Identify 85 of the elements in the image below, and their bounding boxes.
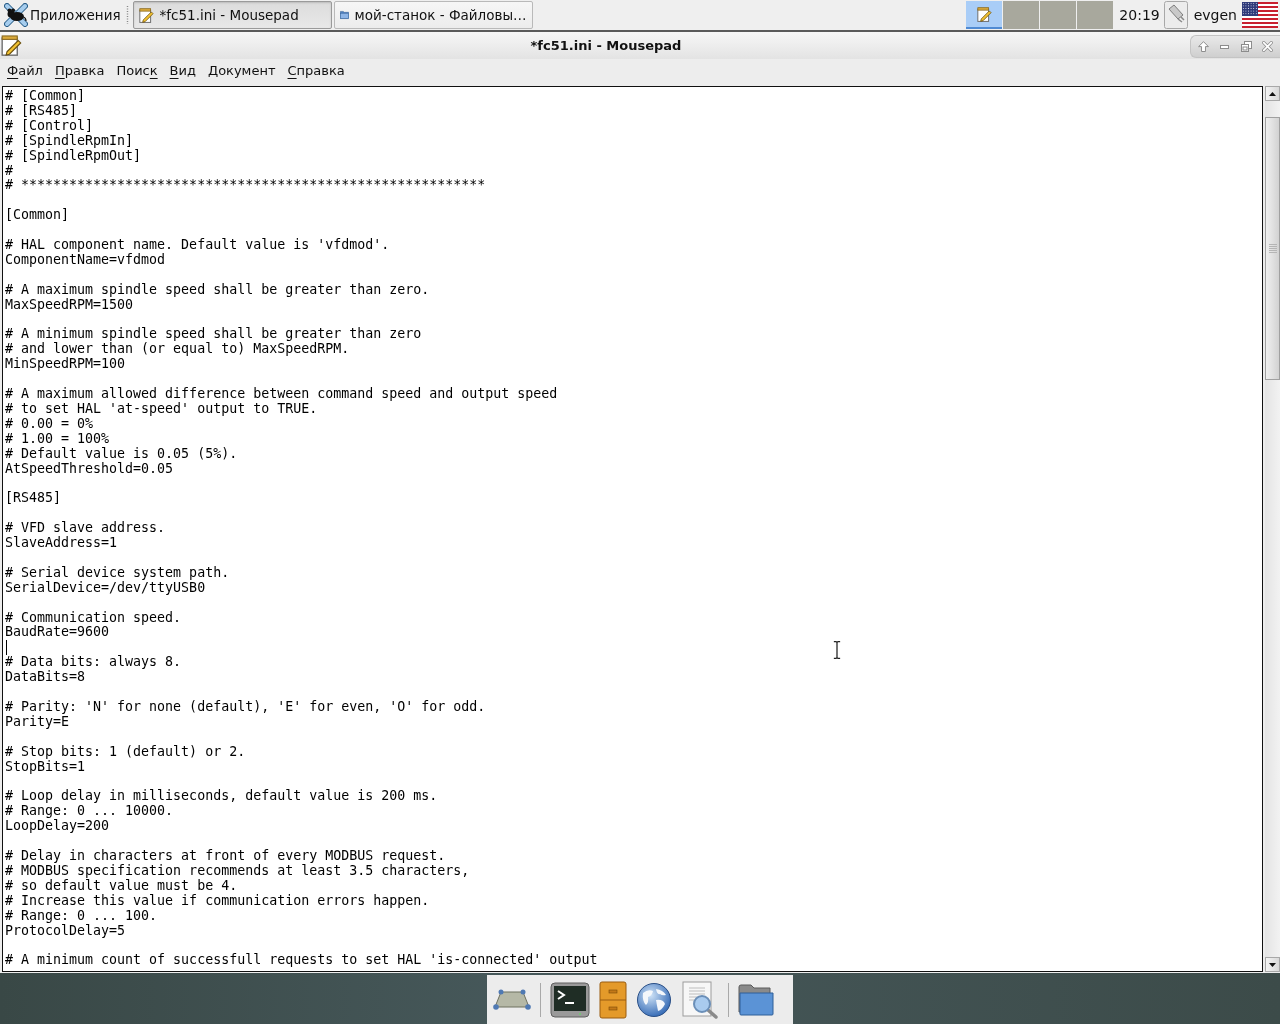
menu-item[interactable]: Документ: [201, 61, 282, 82]
code-line: # **********************************************************: [5, 178, 486, 194]
code-line: # Range: 0 ... 10000.: [5, 804, 174, 820]
code-line: DataBits=8: [5, 670, 86, 686]
code-line: # Increase this value if communication errors happen.: [5, 893, 430, 909]
taskbar-button[interactable]: мой-станок - Файловы…: [333, 1, 533, 29]
code-line: # Parity: 'N' for none (default), 'E' for even, 'O' for odd.: [5, 700, 486, 715]
trapezoid-icon[interactable]: [493, 988, 531, 1011]
menu-item[interactable]: Поиск: [110, 61, 164, 82]
code-line: ProtocolDelay=5: [5, 923, 126, 939]
scroll-down-button[interactable]: [1265, 957, 1280, 972]
cabinet-icon[interactable]: [599, 980, 627, 1019]
code-line: # [SpindleRpmIn]: [5, 133, 134, 149]
menu-item[interactable]: Справка: [281, 61, 351, 82]
document-search-icon[interactable]: [681, 980, 719, 1019]
arrow-up-icon: [1198, 41, 1210, 52]
code-line: # [Control]: [5, 118, 94, 134]
notepad-icon: [138, 7, 154, 23]
code-line: # and lower than (or equal to) MaxSpeedRPM.: [5, 342, 350, 357]
triangle-down-icon: [1269, 962, 1276, 967]
close-icon: [1261, 41, 1273, 52]
applications-menu-button[interactable]: Приложения: [0, 0, 124, 30]
code-line: # A minimum spindle speed shall be greater than zero: [5, 327, 422, 343]
code-line: LoopDelay=200: [5, 819, 110, 835]
terminal-icon[interactable]: [550, 981, 590, 1018]
taskbar-button[interactable]: *fc51.ini - Mousepad: [132, 1, 332, 29]
user-name[interactable]: evgen: [1192, 7, 1242, 23]
code-line: # HAL component name. Default value is 'vfdmod'.: [5, 238, 390, 253]
restore-icon: [1240, 41, 1252, 52]
text-area[interactable]: [2, 86, 1263, 972]
minimize-icon: [1220, 44, 1230, 49]
menu-item[interactable]: Правка: [48, 61, 111, 82]
code-line: MaxSpeedRPM=1500: [5, 297, 134, 313]
code-line: # so default value must be 4.: [5, 878, 238, 894]
device-icon[interactable]: [1163, 1, 1188, 29]
code-line: ComponentName=vfdmod: [5, 252, 166, 268]
code-line: StopBits=1: [5, 759, 86, 775]
code-line: # [SpindleRpmOut]: [5, 148, 142, 164]
workspace-button[interactable]: [1003, 1, 1040, 29]
flag-icon[interactable]: [1242, 2, 1278, 28]
code-line: [RS485]: [5, 491, 62, 507]
code-line: SlaveAddress=1: [5, 536, 118, 551]
notepad-icon[interactable]: [1, 35, 22, 56]
code-line: # A maximum spindle speed shall be greater than zero.: [5, 282, 430, 298]
code-line: # 1.00 = 100%: [5, 431, 110, 447]
scroll-up-button[interactable]: [1265, 86, 1280, 101]
workspace-button[interactable]: [1040, 1, 1077, 29]
code-line: AtSpeedThreshold=0.05: [5, 461, 174, 477]
window-title: *fc51.ini - Mousepad: [530, 38, 682, 53]
code-line: # [RS485]: [5, 103, 78, 119]
code-line: Parity=E: [5, 714, 70, 730]
clock[interactable]: 20:19: [1119, 7, 1160, 23]
workspace-button[interactable]: [966, 1, 1003, 29]
code-line: # Communication speed.: [5, 610, 182, 625]
code-line: # Data bits: always 8.: [5, 655, 182, 670]
code-line: # Delay in characters at front of every MODBUS request.: [5, 849, 446, 864]
triangle-up-icon: [1269, 91, 1276, 96]
code-line: # Range: 0 ... 100.: [5, 908, 158, 924]
code-line: # Serial device system path.: [5, 565, 230, 581]
workspace-button[interactable]: [1077, 1, 1114, 29]
code-line: BaudRate=9600: [5, 625, 110, 641]
globe-icon[interactable]: [636, 981, 672, 1018]
menu-item[interactable]: Файл: [1, 61, 49, 82]
code-line: # Stop bits: 1 (default) or 2.: [5, 744, 246, 760]
code-line: # VFD slave address.: [5, 521, 166, 536]
grip-icon: [125, 6, 129, 24]
code-line: # A maximum allowed difference between command speed and output speed: [5, 387, 558, 402]
code-line: # 0.00 = 0%: [5, 416, 94, 432]
code-line: # to set HAL 'at-speed' output to TRUE.: [5, 401, 318, 417]
code-line: [Common]: [5, 208, 70, 224]
code-line: # Default value is 0.05 (5%).: [5, 446, 238, 462]
grip-icon: [1268, 244, 1277, 253]
scrollbar-thumb[interactable]: [1265, 117, 1280, 380]
code-line: # A minimum count of successfull requests to set HAL 'is-connected' output: [5, 953, 598, 969]
code-line: # Loop delay in milliseconds, default value is 200 ms.: [5, 789, 438, 805]
code-line: SerialDevice=/dev/ttyUSB0: [5, 580, 206, 596]
text-cursor-icon: [833, 641, 841, 659]
folder-icon: [339, 8, 349, 22]
menu-item[interactable]: Вид: [163, 61, 202, 82]
code-line: # [Common]: [5, 89, 86, 104]
code-line: MinSpeedRPM=100: [5, 357, 126, 373]
folder-icon[interactable]: [738, 983, 774, 1016]
code-line: #: [5, 163, 13, 179]
mouse-icon: [4, 3, 28, 27]
code-line: # MODBUS specification recommends at least 3.5 characters,: [5, 863, 470, 879]
